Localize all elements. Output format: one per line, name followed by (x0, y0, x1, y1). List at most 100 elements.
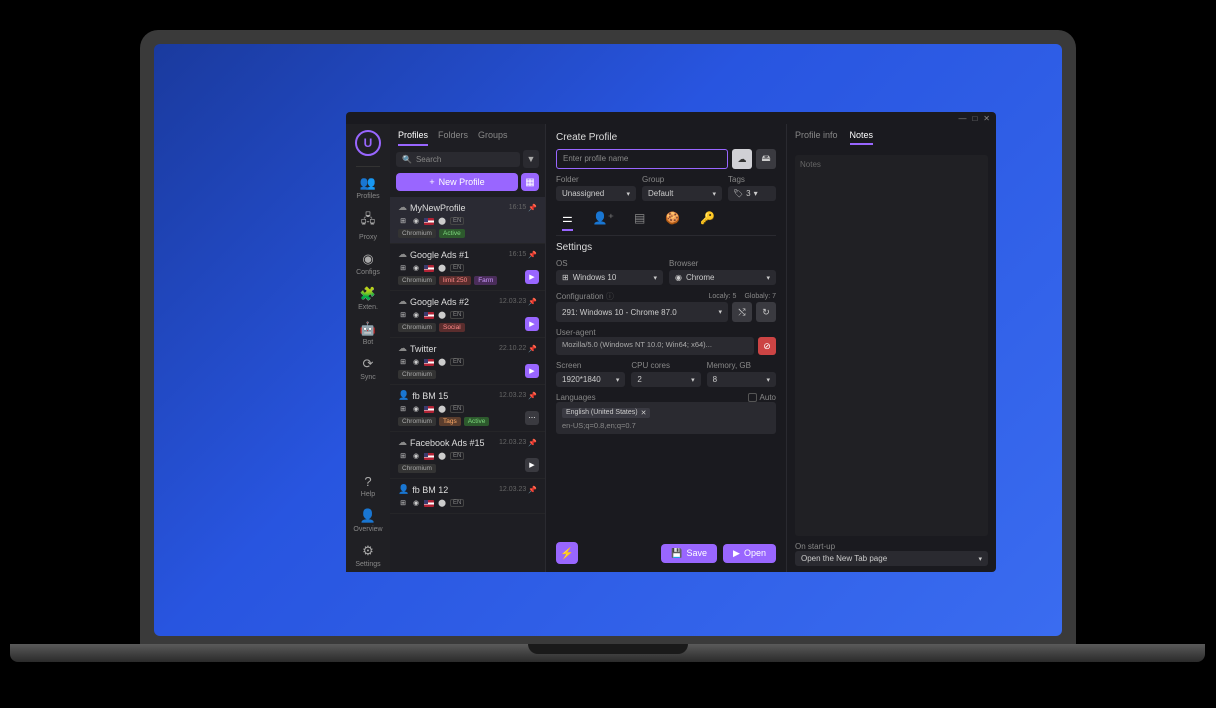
profile-item[interactable]: ☁MyNewProfile16:15📌⊞◉⬤ENChromiumActive (390, 197, 545, 244)
save-button[interactable]: 💾Save (661, 544, 717, 563)
rail-bot[interactable]: 🤖Bot (346, 317, 390, 350)
cloud-button[interactable]: ☁ (732, 149, 752, 169)
ua-input[interactable]: Mozilla/5.0 (Windows NT 10.0; Win64; x64… (556, 337, 754, 355)
new-profile-button[interactable]: + New Profile (396, 173, 518, 191)
browser-select[interactable]: ◉Chrome▾ (669, 270, 776, 285)
profile-item[interactable]: 👤fb BM 1512.03.23📌⊞◉⬤ENChromiumTagsActiv… (390, 385, 545, 432)
profile-item[interactable]: ☁Twitter22.10.22📌⊞◉⬤ENChromium▶ (390, 338, 545, 385)
tab-groups[interactable]: Groups (478, 130, 508, 146)
cpu-select[interactable]: 2▾ (631, 372, 700, 387)
rail-settings[interactable]: ⚙Settings (346, 539, 390, 572)
run-profile-button[interactable]: ▶ (525, 458, 539, 472)
refresh-button[interactable]: ↻ (756, 302, 776, 322)
tab-folders[interactable]: Folders (438, 130, 468, 146)
person-icon: 👤 (398, 390, 409, 401)
run-profile-button[interactable]: ▶ (525, 270, 539, 284)
profile-item[interactable]: ☁Facebook Ads #1512.03.23📌⊞◉⬤ENChromium▶ (390, 432, 545, 479)
local-button[interactable]: 🖴 (756, 149, 776, 169)
create-profile-title: Create Profile (556, 132, 776, 143)
cloud-icon: ☁ (398, 249, 407, 260)
quick-action-button[interactable]: ⚡ (556, 542, 578, 564)
notes-textarea[interactable]: Notes (795, 155, 988, 536)
profile-menu-button[interactable]: ⋯ (525, 411, 539, 425)
titlebar: — □ ✕ (346, 112, 996, 124)
pin-icon: 📌 (528, 439, 537, 447)
tags-select[interactable]: 🏷3▾ (728, 186, 776, 201)
auto-lang-checkbox[interactable]: Auto (748, 393, 776, 402)
tab-identity[interactable]: 👤⁺ (593, 211, 614, 231)
localy-count: Localy: 5 (708, 293, 736, 300)
create-profile-panel: Create Profile Enter profile name ☁ 🖴 Fo… (546, 124, 786, 572)
minimize-btn[interactable]: — (958, 114, 966, 123)
sync-icon: ⟳ (363, 356, 374, 372)
mem-select[interactable]: 8▾ (707, 372, 776, 387)
run-profile-button[interactable]: ▶ (525, 364, 539, 378)
info-icon[interactable]: ⓘ (606, 292, 614, 301)
search-input[interactable]: 🔍 Search (396, 152, 520, 167)
profile-name-input[interactable]: Enter profile name (556, 149, 728, 169)
shuffle-button[interactable]: ⤭ (732, 302, 752, 322)
fingerprint-icon: ◉ (362, 251, 373, 267)
chrome-icon: ◉ (411, 216, 421, 226)
save-icon: 💾 (671, 548, 682, 559)
windows-icon: ⊞ (398, 263, 408, 273)
cloud-icon: ☁ (398, 296, 407, 307)
tab-general[interactable]: ⚌ (562, 211, 573, 231)
os-select[interactable]: ⊞Windows 10▾ (556, 270, 663, 285)
tab-storage[interactable]: ▤ (634, 211, 645, 231)
open-button[interactable]: ▶Open (723, 544, 776, 563)
remove-lang-icon[interactable]: ✕ (641, 409, 647, 417)
proxy-icon: 🖧 (361, 210, 376, 232)
profile-date: 22.10.22 (499, 345, 526, 352)
close-btn[interactable]: ✕ (983, 114, 990, 123)
group-select[interactable]: Default▾ (642, 186, 722, 201)
startup-select[interactable]: Open the New Tab page▾ (795, 551, 988, 566)
rail-sync[interactable]: ⟳Sync (346, 352, 390, 385)
cookie-icon: 🍪 (665, 211, 680, 225)
quick-profile-button[interactable]: ▦ (521, 173, 539, 191)
chevron-down-icon: ▾ (616, 376, 620, 384)
tab-notes[interactable]: Notes (850, 130, 874, 145)
tab-profiles[interactable]: Profiles (398, 130, 428, 146)
profile-name: Google Ads #1 (410, 250, 469, 260)
proxy-status-icon: ⬤ (437, 310, 447, 320)
profile-item[interactable]: ☁Google Ads #116:15📌⊞◉⬤ENChromiumlimit 2… (390, 244, 545, 291)
rail-help[interactable]: ?Help (346, 470, 390, 502)
chevron-down-icon: ▾ (691, 376, 695, 384)
rail-overview[interactable]: 👤Overview (346, 504, 390, 537)
right-panel: Profile info Notes Notes On start-up Ope… (786, 124, 996, 572)
lang-badge: EN (450, 358, 464, 366)
profile-name: fb BM 12 (412, 485, 448, 495)
plus-icon: + (429, 177, 434, 187)
profile-list[interactable]: ☁MyNewProfile16:15📌⊞◉⬤ENChromiumActive☁G… (390, 197, 545, 572)
lang-box[interactable]: English (United States)✕ en-US;q=0.8,en;… (556, 402, 776, 434)
card-icon: ▦ (525, 177, 534, 188)
screen-select[interactable]: 1920*1840▾ (556, 372, 625, 387)
folder-select[interactable]: Unassigned▾ (556, 186, 636, 201)
ua-label: User-agent (556, 328, 776, 337)
profile-date: 12.03.23 (499, 486, 526, 493)
config-select[interactable]: 291: Windows 10 - Chrome 87.0▾ (556, 302, 728, 322)
tab-profile-info[interactable]: Profile info (795, 130, 838, 145)
profile-item[interactable]: ☁Google Ads #212.03.23📌⊞◉⬤ENChromiumSoci… (390, 291, 545, 338)
maximize-btn[interactable]: □ (972, 114, 977, 123)
run-profile-button[interactable]: ▶ (525, 317, 539, 331)
pin-icon: 📌 (528, 204, 537, 212)
rail-profiles[interactable]: 👥Profiles (346, 171, 390, 204)
rail-configs[interactable]: ◉Configs (346, 247, 390, 280)
flag-us-icon (424, 453, 434, 460)
chrome-icon: ◉ (411, 451, 421, 461)
refresh-icon: ↻ (762, 307, 770, 318)
gear-icon: ⚙ (362, 543, 374, 559)
rail-exten[interactable]: 🧩Exten. (346, 282, 390, 315)
tab-security[interactable]: 🔑 (700, 211, 715, 231)
proxy-status-icon: ⬤ (437, 498, 447, 508)
ua-reset-button[interactable]: ⊘ (758, 337, 776, 355)
profile-item[interactable]: 👤fb BM 1212.03.23📌⊞◉⬤EN (390, 479, 545, 514)
profile-name: fb BM 15 (412, 391, 448, 401)
sliders-icon: ⚌ (562, 211, 573, 225)
proxy-status-icon: ⬤ (437, 404, 447, 414)
tab-cookies[interactable]: 🍪 (665, 211, 680, 231)
rail-proxy[interactable]: 🖧Proxy (346, 206, 390, 245)
filter-button[interactable]: ▼ (523, 150, 539, 168)
